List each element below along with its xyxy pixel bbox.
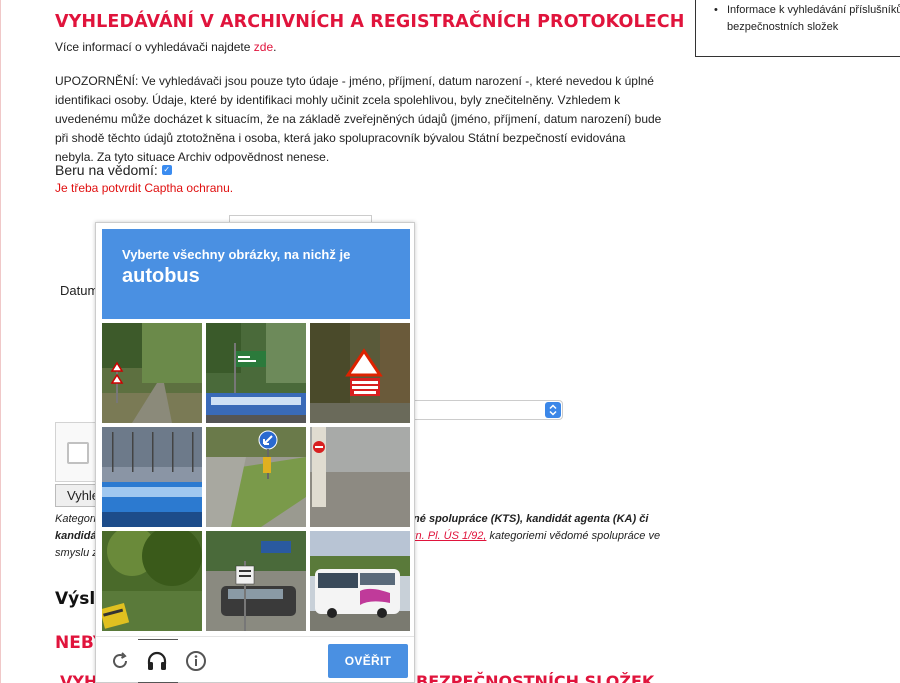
intro-paragraph: Více informací o vyhledávači najdete zde… [55,40,276,54]
categories-right-line2: zn. Pl. ÚS 1/92, kategoriemi vědomé spol… [410,528,660,545]
tile-street-bus[interactable] [206,323,306,423]
verify-button[interactable]: OVĚŘIT [328,644,408,678]
ack-label: Beru na vědomí: [55,162,158,178]
warning-paragraph: UPOZORNĚNÍ: Ve vyhledávači jsou pouze ty… [55,74,662,164]
categories-right-line1: íné spolupráce (KTS), kandidát agenta (K… [410,513,649,525]
intro-end: . [273,40,277,54]
tile-car-signs[interactable] [206,531,306,631]
sidebar-bullet-icon: • [714,4,718,16]
challenge-footer: OVĚŘIT [96,636,414,683]
tile-trees-sign[interactable] [102,531,202,631]
ack-checkbox[interactable]: ✓ [161,165,172,175]
results-heading: Výsledky [55,589,97,609]
captcha-error-message: Je třeba potvrdit Captha ochranu. [55,181,234,195]
tile-blue-bus[interactable] [102,427,202,527]
info-link[interactable]: zde [254,40,273,54]
page-title: VYHLEDÁVÁNÍ V ARCHIVNÍCH A REGISTRAČNÍCH… [55,12,685,32]
bottom-heading-right: BEZPEČNOSTNÍCH SLOŽEK [416,672,655,683]
tile-curb-sign[interactable] [206,427,306,527]
search-button[interactable]: Vyhledat [55,484,97,507]
select-arrows-icon [545,402,561,418]
categories-text-right: íné spolupráce (KTS), kandidát agenta (K… [410,511,660,545]
tile-no-entry[interactable] [310,427,410,527]
headphones-icon[interactable] [145,649,169,673]
challenge-target: autobus [122,265,200,287]
tile-tour-bus[interactable] [310,531,410,631]
category-select[interactable] [405,400,563,420]
categories-left-line3: smyslu z [55,547,97,559]
categories-left-line1: Kategori [55,513,96,525]
datum-label: Datum [60,283,99,298]
reload-icon[interactable] [108,649,132,673]
tile-forest-signs[interactable] [102,323,202,423]
tile-grid [102,323,410,631]
challenge-header: Vyberte všechny obrázky, na nichž je aut… [102,229,410,319]
bottom-heading-left: VYHLEDÁVÁNÍ [60,672,97,683]
ruling-link[interactable]: zn. Pl. ÚS 1/92, [410,530,486,542]
categories-left-line2: kandidá [55,530,97,542]
categories-text-left: Kategori kandidá smyslu z [55,511,97,562]
tile-reduce-speed[interactable] [310,323,410,423]
no-results-heading: NEBYLY [55,633,97,653]
sidebar-link-security-services[interactable]: Informace k vyhledávání příslušníků bezp… [727,2,900,36]
challenge-instruction: Vyberte všechny obrázky, na nichž je [122,247,351,262]
recaptcha-checkbox[interactable] [67,442,89,464]
categories-right-line2-text: kategoriemi vědomé spolupráce ve [486,530,661,542]
recaptcha-widget [55,422,97,482]
ack-row: Beru na vědomí: ✓ [55,162,172,178]
info-icon[interactable] [184,649,208,673]
intro-text: Více informací o vyhledávači najdete [55,40,254,54]
recaptcha-challenge: Vyberte všechny obrázky, na nichž je aut… [95,222,415,683]
